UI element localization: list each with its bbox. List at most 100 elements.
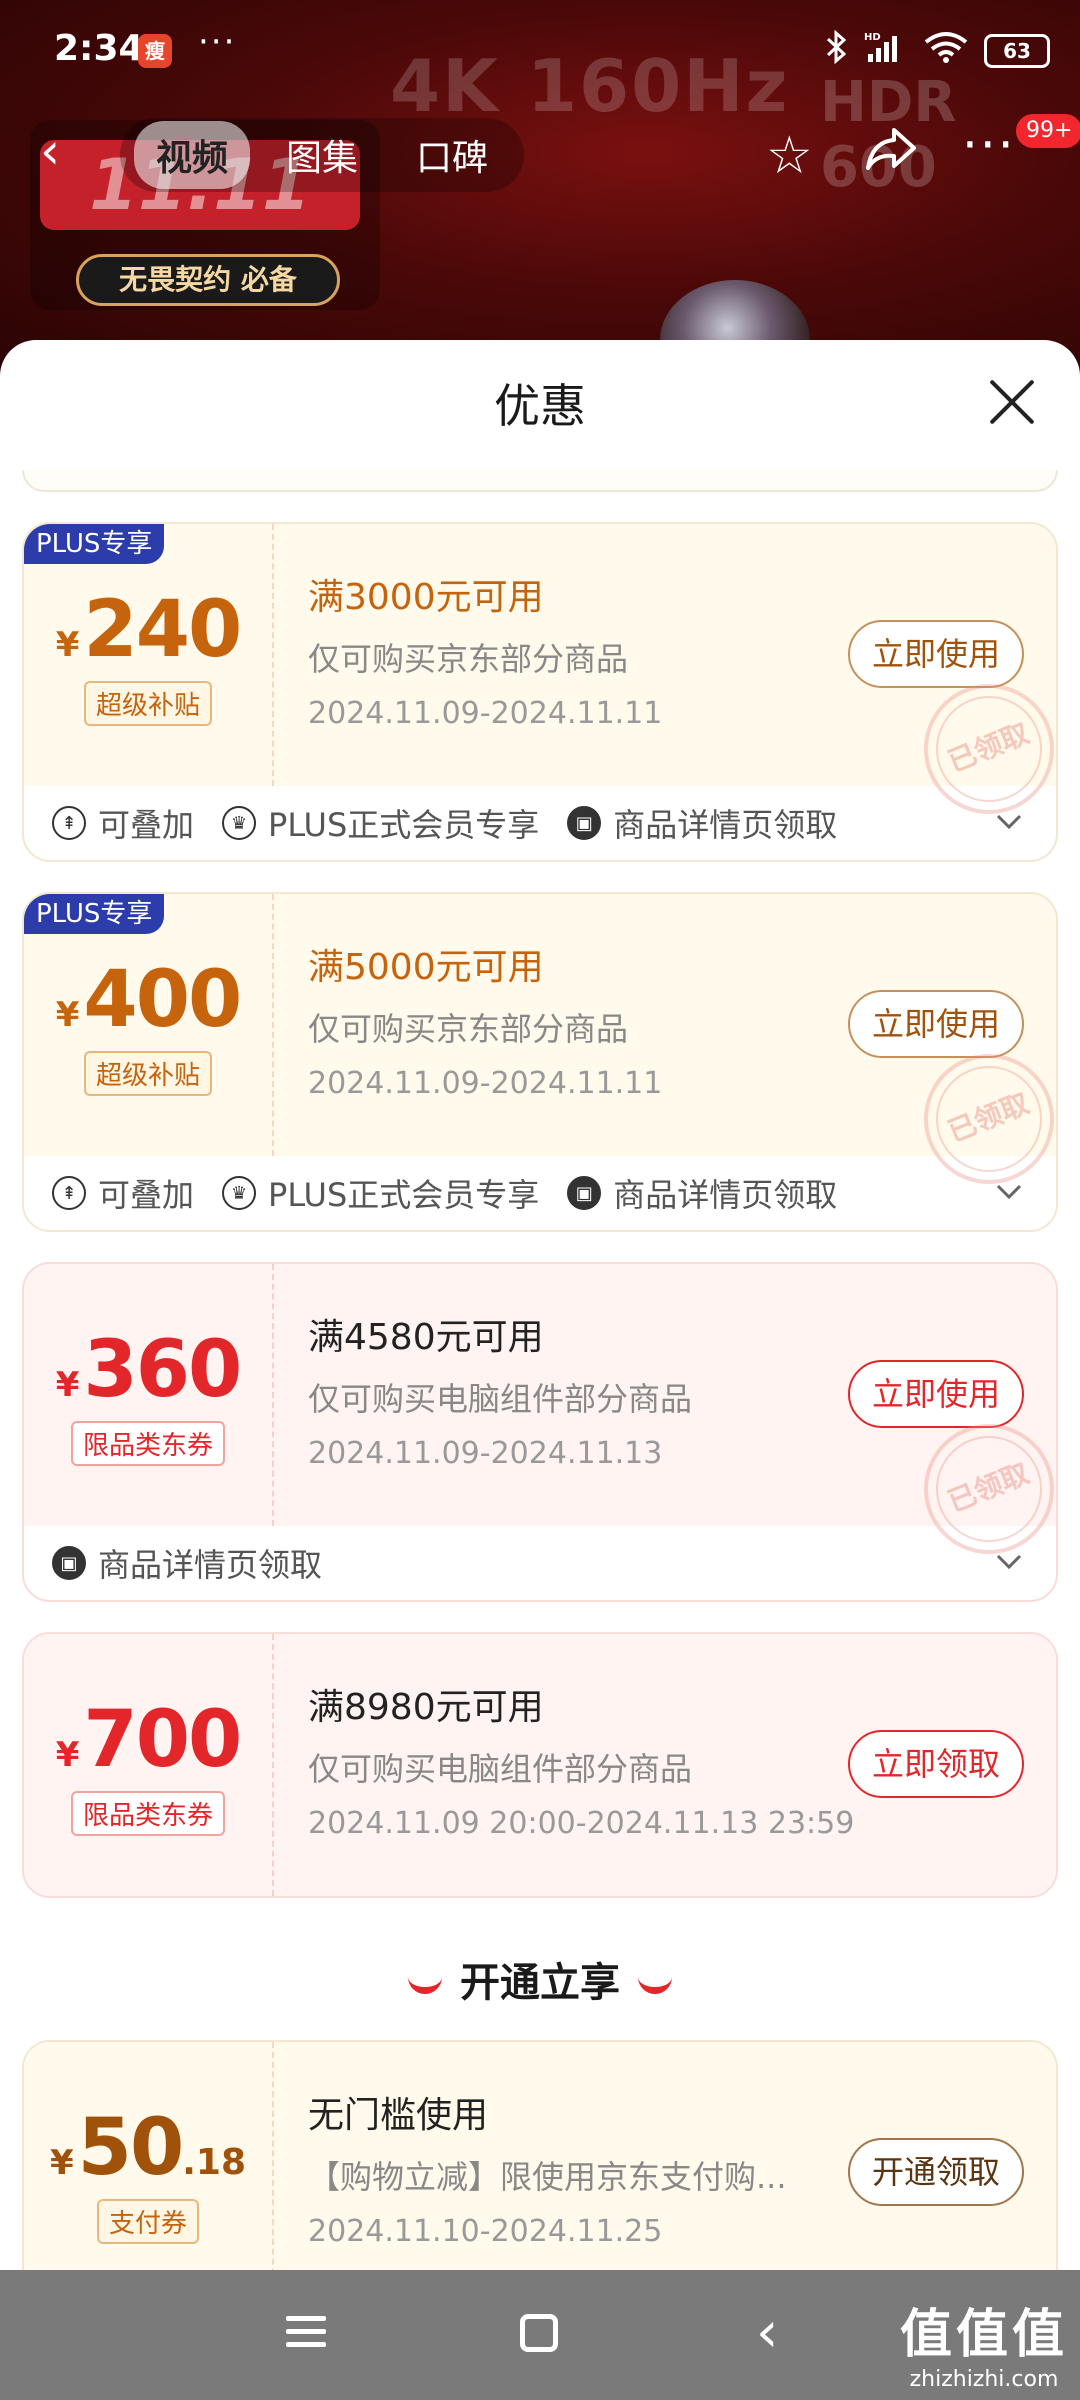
- amount-decimal: .18: [182, 2141, 246, 2183]
- more-notifications-icon: ···: [198, 22, 237, 62]
- footer-label: 商品详情页领取: [98, 1546, 323, 1584]
- footer-item: ▣ 商品详情页领取: [567, 800, 837, 846]
- footer-label: PLUS正式会员专享: [268, 1176, 540, 1214]
- coupon-validity: 2024.11.09-2024.11.13: [308, 1436, 663, 1471]
- footer-item: ♛ PLUS正式会员专享: [222, 800, 539, 846]
- coupon-footer[interactable]: ▣ 商品详情页领取: [24, 1526, 1056, 1600]
- activate-claim-button[interactable]: 开通领取: [847, 2138, 1024, 2206]
- tab-reviews[interactable]: 口碑: [394, 121, 510, 189]
- recent-apps-icon[interactable]: [286, 2316, 326, 2355]
- favorite-star-icon[interactable]: ☆: [766, 126, 813, 186]
- app-notification-icon: 瘦: [138, 34, 172, 68]
- coupon-amount: ¥ 240: [55, 585, 242, 675]
- chevron-down-icon[interactable]: [996, 804, 1022, 837]
- crown-icon: ♛: [222, 1176, 257, 1210]
- coupon-info: 满4580元可用 仅可购买电脑组件部分商品 2024.11.09-2024.11…: [274, 1264, 1056, 1574]
- coupon-footer[interactable]: ⇞ 可叠加 ♛ PLUS正式会员专享 ▣ 商品详情页领取: [24, 1156, 1056, 1230]
- footer-item: ⇞ 可叠加: [52, 1170, 194, 1216]
- status-time: 2:34: [54, 28, 144, 69]
- coupon-info: 无门槛使用 【购物立减】限使用京东支付购... 2024.11.10-2024.…: [274, 2042, 1056, 2270]
- coupon-condition: 满8980元可用: [308, 1687, 544, 1728]
- payment-coupon-card: ¥ 50 .18 支付券 无门槛使用 【购物立减】限使用京东支付购... 202…: [22, 2040, 1058, 2270]
- coupon-validity: 2024.11.10-2024.11.25: [308, 2214, 663, 2249]
- previous-coupon-edge: [22, 470, 1058, 492]
- coupon-type-tag: 限品类东券: [70, 1790, 225, 1836]
- close-icon[interactable]: [982, 372, 1042, 432]
- coupon-card: PLUS专享 ¥ 240 超级补贴 满3000元可用 仅可购买京东部分商品 20…: [22, 522, 1058, 862]
- coupon-condition: 满5000元可用: [308, 947, 544, 988]
- claim-now-button[interactable]: 立即领取: [847, 1730, 1024, 1798]
- coupon-amount-area: ¥ 700 限品类东券: [24, 1634, 274, 1896]
- chevron-down-icon[interactable]: [996, 1174, 1022, 1207]
- share-icon[interactable]: [864, 124, 918, 186]
- coupon-card: PLUS专享 ¥ 400 超级补贴 满5000元可用 仅可购买京东部分商品 20…: [22, 892, 1058, 1232]
- coupon-description: 仅可购买京东部分商品: [308, 640, 629, 678]
- more-options-icon[interactable]: ···: [962, 116, 1016, 174]
- amount-value: 360: [83, 1324, 242, 1415]
- coupon-amount: ¥ 400: [55, 955, 242, 1045]
- coupon-amount: ¥ 50 .18: [50, 2103, 246, 2193]
- signal-hd-icon: HD: [864, 30, 908, 72]
- coupon-body: ¥ 50 .18 支付券 无门槛使用 【购物立减】限使用京东支付购... 202…: [24, 2042, 1056, 2270]
- coupon-type-tag: 超级补贴: [83, 680, 212, 726]
- chevron-down-icon[interactable]: [996, 1544, 1022, 1577]
- coupon-footer[interactable]: ⇞ 可叠加 ♛ PLUS正式会员专享 ▣ 商品详情页领取: [24, 786, 1056, 860]
- coupon-body: PLUS专享 ¥ 240 超级补贴 满3000元可用 仅可购买京东部分商品 20…: [24, 524, 1056, 834]
- coupon-description: 仅可购买电脑组件部分商品: [308, 1750, 693, 1788]
- hero-slogan: 无畏契约 必备: [76, 254, 340, 306]
- footer-item: ▣ 商品详情页领取: [52, 1540, 322, 1586]
- footer-label: 可叠加: [98, 806, 195, 844]
- coupon-condition: 满4580元可用: [308, 1317, 544, 1358]
- ticket-icon: ▣: [52, 1546, 86, 1580]
- coupon-validity: 2024.11.09 20:00-2024.11.13 23:59: [308, 1806, 855, 1841]
- coupon-sheet: 优惠 PLUS专享 ¥ 240 超级补贴 满3000元可用 仅可购买京东部分商品…: [0, 340, 1080, 2270]
- currency-symbol: ¥: [55, 994, 80, 1035]
- tab-gallery[interactable]: 图集: [264, 121, 380, 189]
- coupon-type-tag: 限品类东券: [70, 1420, 225, 1466]
- use-now-button[interactable]: 立即使用: [847, 990, 1024, 1058]
- coupon-body: ¥ 360 限品类东券 满4580元可用 仅可购买电脑组件部分商品 2024.1…: [24, 1264, 1056, 1574]
- footer-item: ♛ PLUS正式会员专享: [222, 1170, 539, 1216]
- status-icons: HD 63: [826, 29, 1050, 72]
- status-bar: 2:34 瘦 ··· HD 63: [0, 0, 1080, 100]
- footer-item: ▣ 商品详情页领取: [567, 1170, 837, 1216]
- coupon-info: 满5000元可用 仅可购买京东部分商品 2024.11.09-2024.11.1…: [274, 894, 1056, 1204]
- media-tabs: 视频 图集 口碑: [120, 118, 525, 192]
- system-navigation-bar: ‹ 值值值 zhizhizhi.com: [0, 2270, 1080, 2400]
- ticket-icon: ▣: [567, 1176, 602, 1210]
- system-back-icon[interactable]: ‹: [756, 2300, 778, 2365]
- claimed-stamp-text: 已领取: [943, 1456, 1034, 1519]
- coupon-body: ¥ 700 限品类东券 满8980元可用 仅可购买电脑组件部分商品 2024.1…: [24, 1634, 1056, 1896]
- smile-decoration-icon: [638, 1976, 672, 1994]
- currency-symbol: ¥: [50, 2142, 74, 2183]
- home-icon[interactable]: [520, 2314, 558, 2352]
- use-now-button[interactable]: 立即使用: [847, 1360, 1024, 1428]
- watermark-url: zhizhizhi.com: [909, 2367, 1059, 2392]
- site-watermark: 值值值 zhizhizhi.com: [900, 2292, 1068, 2392]
- back-icon[interactable]: ‹: [40, 126, 60, 176]
- product-top-nav: ‹ 视频 图集 口碑 ☆ ··· 99+: [0, 110, 1080, 200]
- tab-video[interactable]: 视频: [134, 121, 251, 189]
- stack-icon: ⇞: [52, 1176, 86, 1210]
- svg-text:HD: HD: [864, 32, 881, 43]
- coupon-card: ¥ 360 限品类东券 满4580元可用 仅可购买电脑组件部分商品 2024.1…: [22, 1262, 1058, 1602]
- plus-exclusive-tag: PLUS专享: [24, 524, 165, 564]
- bluetooth-icon: [826, 29, 848, 72]
- crown-icon: ♛: [222, 806, 257, 840]
- coupon-validity: 2024.11.09-2024.11.11: [308, 696, 663, 731]
- battery-indicator: 63: [984, 34, 1050, 68]
- coupon-condition: 无门槛使用: [308, 2095, 489, 2136]
- section-title: 开通立享: [0, 1950, 1080, 2008]
- claimed-stamp-text: 已领取: [943, 716, 1034, 779]
- sheet-title: 优惠: [494, 379, 586, 433]
- coupon-description: 仅可购买京东部分商品: [308, 1010, 629, 1048]
- currency-symbol: ¥: [55, 1734, 80, 1775]
- currency-symbol: ¥: [55, 624, 80, 665]
- coupon-card: ¥ 700 限品类东券 满8980元可用 仅可购买电脑组件部分商品 2024.1…: [22, 1632, 1058, 1898]
- coupon-amount: ¥ 360: [56, 1324, 242, 1415]
- coupon-body: PLUS专享 ¥ 400 超级补贴 满5000元可用 仅可购买京东部分商品 20…: [24, 894, 1056, 1204]
- use-now-button[interactable]: 立即使用: [847, 620, 1024, 688]
- coupon-info: 满3000元可用 仅可购买京东部分商品 2024.11.09-2024.11.1…: [274, 524, 1056, 834]
- ticket-icon: ▣: [567, 806, 602, 840]
- plus-exclusive-tag: PLUS专享: [24, 894, 165, 934]
